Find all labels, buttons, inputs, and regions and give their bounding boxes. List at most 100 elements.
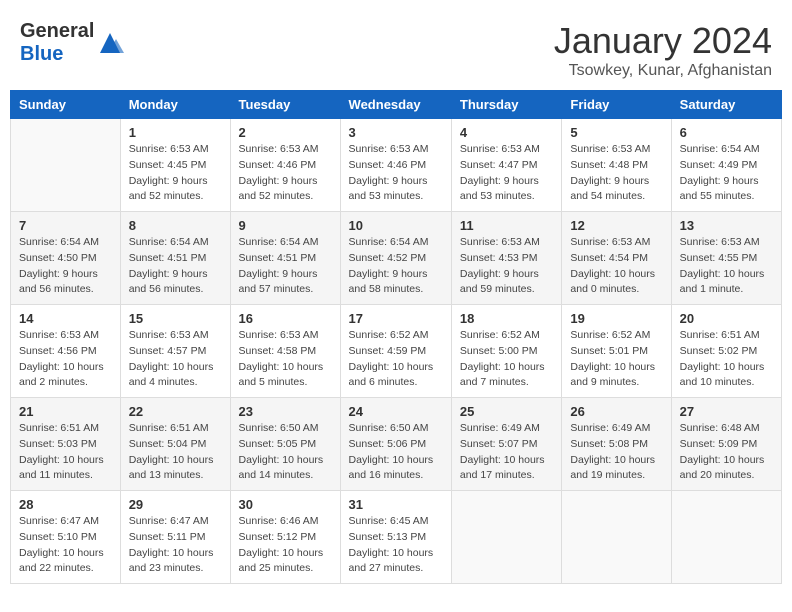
calendar-cell: 16Sunrise: 6:53 AM Sunset: 4:58 PM Dayli… — [230, 305, 340, 398]
day-info: Sunrise: 6:46 AM Sunset: 5:12 PM Dayligh… — [239, 514, 332, 577]
calendar-table: SundayMondayTuesdayWednesdayThursdayFrid… — [10, 90, 782, 584]
weekday-header-saturday: Saturday — [671, 91, 781, 119]
weekday-header-friday: Friday — [562, 91, 671, 119]
day-number: 19 — [570, 311, 662, 326]
calendar-cell — [11, 119, 121, 212]
day-number: 25 — [460, 404, 553, 419]
calendar-cell: 2Sunrise: 6:53 AM Sunset: 4:46 PM Daylig… — [230, 119, 340, 212]
day-info: Sunrise: 6:53 AM Sunset: 4:46 PM Dayligh… — [239, 142, 332, 205]
day-number: 6 — [680, 125, 773, 140]
day-info: Sunrise: 6:51 AM Sunset: 5:03 PM Dayligh… — [19, 421, 112, 484]
weekday-header-monday: Monday — [120, 91, 230, 119]
location-title: Tsowkey, Kunar, Afghanistan — [554, 62, 772, 80]
day-number: 3 — [349, 125, 443, 140]
day-info: Sunrise: 6:53 AM Sunset: 4:46 PM Dayligh… — [349, 142, 443, 205]
calendar-cell: 27Sunrise: 6:48 AM Sunset: 5:09 PM Dayli… — [671, 398, 781, 491]
calendar-cell: 21 Sunrise: 6:51 AM Sunset: 5:03 PM Dayli… — [11, 398, 121, 491]
logo-icon — [96, 29, 124, 57]
calendar-week-2: 7 Sunrise: 6:54 AM Sunset: 4:50 PM Daylig… — [11, 212, 782, 305]
day-info: Sunrise: 6:54 AM Sunset: 4:50 PM Dayligh… — [19, 235, 112, 298]
day-info: Sunrise: 6:53 AM Sunset: 4:55 PM Dayligh… — [680, 235, 773, 298]
calendar-cell: 17Sunrise: 6:52 AM Sunset: 4:59 PM Dayli… — [340, 305, 451, 398]
calendar-cell: 25 Sunrise: 6:49 AM Sunset: 5:07 PM Dayli… — [451, 398, 561, 491]
calendar-cell: 15Sunrise: 6:53 AM Sunset: 4:57 PM Dayli… — [120, 305, 230, 398]
day-info: Sunrise: 6:53 AM Sunset: 4:48 PM Dayligh… — [570, 142, 662, 205]
day-number: 29 — [129, 497, 222, 512]
day-info: Sunrise: 6:54 AM Sunset: 4:52 PM Dayligh… — [349, 235, 443, 298]
day-number: 4 — [460, 125, 553, 140]
day-info: Sunrise: 6:53 AM Sunset: 4:53 PM Dayligh… — [460, 235, 553, 298]
page-header: General Blue January 2024 Tsowkey, Kunar… — [10, 10, 782, 85]
calendar-cell: 29 Sunrise: 6:47 AM Sunset: 5:11 PM Dayli… — [120, 491, 230, 584]
calendar-cell: 8Sunrise: 6:54 AM Sunset: 4:51 PM Daylig… — [120, 212, 230, 305]
day-info: Sunrise: 6:47 AM Sunset: 5:11 PM Dayligh… — [129, 514, 222, 577]
day-info: Sunrise: 6:52 AM Sunset: 4:59 PM Dayligh… — [349, 328, 443, 391]
calendar-cell: 10Sunrise: 6:54 AM Sunset: 4:52 PM Dayli… — [340, 212, 451, 305]
weekday-header-row: SundayMondayTuesdayWednesdayThursdayFrid… — [11, 91, 782, 119]
calendar-cell: 24 Sunrise: 6:50 AM Sunset: 5:06 PM Dayli… — [340, 398, 451, 491]
logo: General Blue — [20, 20, 124, 66]
day-number: 8 — [129, 218, 222, 233]
day-number: 7 — [19, 218, 112, 233]
day-number: 22 — [129, 404, 222, 419]
day-info: Sunrise: 6:52 AM Sunset: 5:01 PM Dayligh… — [570, 328, 662, 391]
calendar-cell: 20 Sunrise: 6:51 AM Sunset: 5:02 PM Dayli… — [671, 305, 781, 398]
day-info: Sunrise: 6:53 AM Sunset: 4:57 PM Dayligh… — [129, 328, 222, 391]
calendar-cell: 13 Sunrise: 6:53 AM Sunset: 4:55 PM Dayli… — [671, 212, 781, 305]
calendar-cell: 26Sunrise: 6:49 AM Sunset: 5:08 PM Dayli… — [562, 398, 671, 491]
day-info: Sunrise: 6:51 AM Sunset: 5:02 PM Dayligh… — [680, 328, 773, 391]
weekday-header-tuesday: Tuesday — [230, 91, 340, 119]
calendar-cell: 6 Sunrise: 6:54 AM Sunset: 4:49 PM Daylig… — [671, 119, 781, 212]
day-info: Sunrise: 6:49 AM Sunset: 5:07 PM Dayligh… — [460, 421, 553, 484]
day-info: Sunrise: 6:53 AM Sunset: 4:45 PM Dayligh… — [129, 142, 222, 205]
day-info: Sunrise: 6:50 AM Sunset: 5:06 PM Dayligh… — [349, 421, 443, 484]
calendar-cell: 7 Sunrise: 6:54 AM Sunset: 4:50 PM Daylig… — [11, 212, 121, 305]
day-info: Sunrise: 6:53 AM Sunset: 4:47 PM Dayligh… — [460, 142, 553, 205]
day-info: Sunrise: 6:53 AM Sunset: 4:58 PM Dayligh… — [239, 328, 332, 391]
calendar-cell: 9 Sunrise: 6:54 AM Sunset: 4:51 PM Daylig… — [230, 212, 340, 305]
calendar-cell: 4 Sunrise: 6:53 AM Sunset: 4:47 PM Daylig… — [451, 119, 561, 212]
day-info: Sunrise: 6:53 AM Sunset: 4:54 PM Dayligh… — [570, 235, 662, 298]
weekday-header-thursday: Thursday — [451, 91, 561, 119]
calendar-body: 1 Sunrise: 6:53 AM Sunset: 4:45 PM Daylig… — [11, 119, 782, 584]
day-number: 12 — [570, 218, 662, 233]
day-number: 23 — [239, 404, 332, 419]
calendar-cell: 12 Sunrise: 6:53 AM Sunset: 4:54 PM Dayli… — [562, 212, 671, 305]
day-number: 30 — [239, 497, 332, 512]
calendar-cell — [562, 491, 671, 584]
calendar-cell: 11Sunrise: 6:53 AM Sunset: 4:53 PM Dayli… — [451, 212, 561, 305]
day-info: Sunrise: 6:51 AM Sunset: 5:04 PM Dayligh… — [129, 421, 222, 484]
day-number: 18 — [460, 311, 553, 326]
calendar-cell — [451, 491, 561, 584]
calendar-cell: 30 Sunrise: 6:46 AM Sunset: 5:12 PM Dayli… — [230, 491, 340, 584]
day-number: 5 — [570, 125, 662, 140]
day-number: 9 — [239, 218, 332, 233]
weekday-header-sunday: Sunday — [11, 91, 121, 119]
calendar-header: SundayMondayTuesdayWednesdayThursdayFrid… — [11, 91, 782, 119]
day-number: 13 — [680, 218, 773, 233]
calendar-cell: 1 Sunrise: 6:53 AM Sunset: 4:45 PM Daylig… — [120, 119, 230, 212]
calendar-cell: 31Sunrise: 6:45 AM Sunset: 5:13 PM Dayli… — [340, 491, 451, 584]
calendar-cell — [671, 491, 781, 584]
day-number: 1 — [129, 125, 222, 140]
day-number: 21 — [19, 404, 112, 419]
calendar-week-3: 14Sunrise: 6:53 AM Sunset: 4:56 PM Dayli… — [11, 305, 782, 398]
weekday-header-wednesday: Wednesday — [340, 91, 451, 119]
calendar-cell: 19 Sunrise: 6:52 AM Sunset: 5:01 PM Dayli… — [562, 305, 671, 398]
day-info: Sunrise: 6:53 AM Sunset: 4:56 PM Dayligh… — [19, 328, 112, 391]
calendar-cell: 28Sunrise: 6:47 AM Sunset: 5:10 PM Dayli… — [11, 491, 121, 584]
calendar-week-5: 28Sunrise: 6:47 AM Sunset: 5:10 PM Dayli… — [11, 491, 782, 584]
day-info: Sunrise: 6:54 AM Sunset: 4:51 PM Dayligh… — [239, 235, 332, 298]
calendar-week-1: 1 Sunrise: 6:53 AM Sunset: 4:45 PM Daylig… — [11, 119, 782, 212]
calendar-cell: 22 Sunrise: 6:51 AM Sunset: 5:04 PM Dayli… — [120, 398, 230, 491]
calendar-cell: 5 Sunrise: 6:53 AM Sunset: 4:48 PM Daylig… — [562, 119, 671, 212]
logo-general: General — [20, 20, 94, 42]
day-number: 24 — [349, 404, 443, 419]
day-info: Sunrise: 6:54 AM Sunset: 4:49 PM Dayligh… — [680, 142, 773, 205]
day-number: 20 — [680, 311, 773, 326]
day-info: Sunrise: 6:52 AM Sunset: 5:00 PM Dayligh… — [460, 328, 553, 391]
calendar-cell: 3 Sunrise: 6:53 AM Sunset: 4:46 PM Daylig… — [340, 119, 451, 212]
day-number: 26 — [570, 404, 662, 419]
day-number: 31 — [349, 497, 443, 512]
day-number: 27 — [680, 404, 773, 419]
